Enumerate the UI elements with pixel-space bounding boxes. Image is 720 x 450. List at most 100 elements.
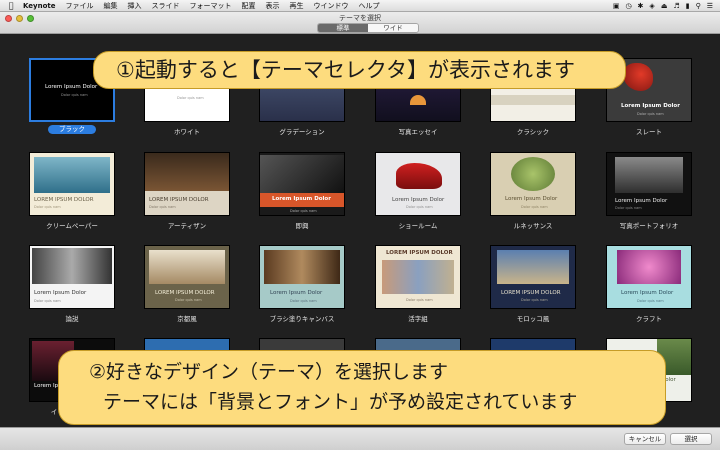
theme-thumbnail[interactable]: LOREM IPSUM DOLOR Dolor quis nam bbox=[490, 245, 576, 309]
theme-label: 京都風 bbox=[177, 315, 197, 323]
aspect-segmented-control: 標準 ワイド bbox=[317, 23, 419, 33]
theme-thumbnail[interactable]: Lorem Ipsum Dolor Dolor quis nam bbox=[606, 152, 692, 216]
tent-image bbox=[410, 95, 426, 105]
theme-label: 写真エッセイ bbox=[398, 128, 438, 136]
theme-thumbnail[interactable]: LOREM IPSUM DOLOR Dolor quis nam bbox=[29, 152, 115, 216]
menu-format[interactable]: フォーマット bbox=[185, 1, 237, 11]
menu-bar:  Keynote ファイル 編集 挿入 スライド フォーマット 配置 表示 再… bbox=[0, 0, 720, 12]
eject-icon[interactable]: ⏏ bbox=[658, 2, 671, 10]
callout-text-line2: テーマには「背景とフォント」が予め設定されています bbox=[103, 391, 578, 413]
status-area: ▣ ◷ ✱ ◈ ⏏ ♬ ▮ ⚲ ☰ bbox=[610, 2, 720, 10]
window-bottom-bar: キャンセル 選択 bbox=[0, 427, 720, 450]
thumb-subtitle: Dolor quis nam bbox=[521, 205, 548, 209]
window-title-bar: テーマを選択 標準 ワイド bbox=[0, 12, 720, 34]
thumb-subtitle: Dolor quis nam bbox=[615, 206, 642, 210]
thumb-subtitle: Dolor quis nam bbox=[34, 299, 61, 303]
thumb-title: LOREM IPSUM DOLOR bbox=[34, 197, 94, 203]
theme-label: 即興 bbox=[295, 222, 309, 230]
cancel-button[interactable]: キャンセル bbox=[624, 433, 666, 445]
thumb-title: Lorem Ipsum Dolor bbox=[45, 84, 98, 90]
parrot-image bbox=[623, 63, 653, 91]
segment-standard[interactable]: 標準 bbox=[318, 24, 368, 32]
theme-thumbnail[interactable]: Lorem Ipsum Dolor Dolor quis nam bbox=[259, 152, 345, 216]
list-icon[interactable]: ☰ bbox=[704, 2, 716, 10]
thumb-title: LOREM IPSUM DOLOR bbox=[386, 250, 453, 256]
callout-text: ①起動すると【テーマセレクタ】が表示されます bbox=[116, 58, 575, 82]
thumb-title: Lorem Ipsum Dolor bbox=[392, 197, 445, 203]
callout-choose-theme: ②好きなデザイン（テーマ）を選択します テーマには「背景とフォント」が予め設定さ… bbox=[58, 350, 666, 425]
theme-thumbnail[interactable]: Lorem Ipsum Dolor Dolor quis nam bbox=[606, 245, 692, 309]
microphone-image bbox=[260, 155, 344, 193]
thumb-subtitle: Dolor quis nam bbox=[406, 298, 433, 302]
theme-label: モロッコ風 bbox=[516, 315, 550, 323]
thumb-subtitle: Dolor quis nam bbox=[175, 298, 202, 302]
thumb-title: Lorem Ipsum Dolor bbox=[34, 290, 87, 296]
theme-label: クラフト bbox=[636, 315, 662, 323]
wifi-icon[interactable]: ◈ bbox=[646, 2, 657, 10]
menu-insert[interactable]: 挿入 bbox=[123, 1, 147, 11]
menu-view[interactable]: 表示 bbox=[261, 1, 285, 11]
thumb-subtitle: Dolor quis nam bbox=[177, 96, 204, 100]
menu-play[interactable]: 再生 bbox=[285, 1, 309, 11]
flower-image bbox=[617, 250, 681, 284]
theme-thumbnail[interactable]: Lorem Ipsum Dolor Dolor quis nam bbox=[490, 152, 576, 216]
theme-label: ブラシ塗りキャンバス bbox=[269, 315, 335, 323]
houses-image bbox=[382, 260, 454, 294]
menu-file[interactable]: ファイル bbox=[61, 1, 99, 11]
theme-label: ブラック bbox=[48, 125, 96, 134]
menu-slide[interactable]: スライド bbox=[147, 1, 185, 11]
theme-thumbnail[interactable]: LOREM IPSUM DOLOR Dolor quis nam bbox=[375, 245, 461, 309]
theme-label: アーティザン bbox=[167, 222, 207, 230]
menu-help[interactable]: ヘルプ bbox=[354, 1, 385, 11]
thumb-band bbox=[491, 95, 575, 105]
thumb-subtitle: Dolor quis nam bbox=[149, 205, 176, 209]
thumb-title: Lorem Ipsum Dolor bbox=[505, 196, 558, 202]
thumb-title: Lorem Ipsum Dolor bbox=[270, 290, 323, 296]
theme-label: ショールーム bbox=[398, 222, 438, 230]
window-title: テーマを選択 bbox=[339, 14, 381, 22]
motorcycle-image bbox=[396, 163, 442, 189]
thumb-subtitle: Dolor quis nam bbox=[521, 298, 548, 302]
menu-app-name[interactable]: Keynote bbox=[18, 2, 61, 10]
thumb-title: Lorem Ipsum Dolor bbox=[615, 198, 668, 204]
theme-thumbnail[interactable]: Lorem Ipsum Dolor Dolor quis nam bbox=[29, 245, 115, 309]
food-image bbox=[511, 157, 555, 191]
search-icon[interactable]: ⚲ bbox=[693, 2, 704, 10]
thumb-title: LOREM IPSUM DOLOR bbox=[149, 197, 209, 203]
segment-wide[interactable]: ワイド bbox=[368, 24, 418, 32]
thumb-subtitle: Dolor quis nam bbox=[34, 205, 61, 209]
theme-label: ホワイト bbox=[174, 128, 200, 136]
coffee-image bbox=[264, 250, 340, 284]
theme-thumbnail[interactable]: Lorem Ipsum Dolor Dolor quis nam bbox=[375, 152, 461, 216]
theme-thumbnail[interactable]: LOREM IPSUM DOLOR Dolor quis nam bbox=[144, 245, 230, 309]
thumb-subtitle: Dolor quis nam bbox=[290, 209, 317, 213]
thumb-title: LOREM IPSUM DOLOR bbox=[501, 290, 561, 296]
menu-window[interactable]: ウインドウ bbox=[309, 1, 354, 11]
theme-label: クラシック bbox=[516, 128, 550, 136]
callout-text-line1: ②好きなデザイン（テーマ）を選択します bbox=[89, 361, 449, 383]
children-image bbox=[32, 248, 112, 284]
theme-label: 論説 bbox=[65, 315, 79, 323]
bluetooth-icon[interactable]: ✱ bbox=[635, 2, 647, 10]
thumb-subtitle: Dolor quis nam bbox=[637, 112, 664, 116]
battery-icon[interactable]: ▮ bbox=[683, 2, 693, 10]
tree-image bbox=[615, 157, 683, 193]
theme-label: スレート bbox=[636, 128, 662, 136]
menu-edit[interactable]: 編集 bbox=[99, 1, 123, 11]
thumb-title: Lorem Ipsum Dolor bbox=[272, 196, 331, 202]
thumb-subtitle: Dolor quis nam bbox=[406, 205, 433, 209]
tea-image bbox=[149, 250, 225, 284]
thumb-title: Lorem Ipsum Dolor bbox=[621, 290, 674, 296]
town-image bbox=[497, 250, 569, 284]
theme-label: クリームペーパー bbox=[46, 222, 98, 230]
screen-icon[interactable]: ▣ bbox=[610, 2, 623, 10]
menu-arrange[interactable]: 配置 bbox=[237, 1, 261, 11]
apple-icon[interactable]:  bbox=[4, 1, 18, 10]
theme-thumbnail[interactable]: Lorem Ipsum Dolor Dolor quis nam bbox=[259, 245, 345, 309]
clock-icon[interactable]: ◷ bbox=[622, 2, 634, 10]
theme-thumbnail[interactable]: LOREM IPSUM DOLOR Dolor quis nam bbox=[144, 152, 230, 216]
choose-button[interactable]: 選択 bbox=[670, 433, 712, 445]
volume-icon[interactable]: ♬ bbox=[670, 2, 682, 10]
thumb-title: LOREM IPSUM DOLOR bbox=[155, 290, 215, 296]
pottery-image bbox=[145, 153, 229, 191]
